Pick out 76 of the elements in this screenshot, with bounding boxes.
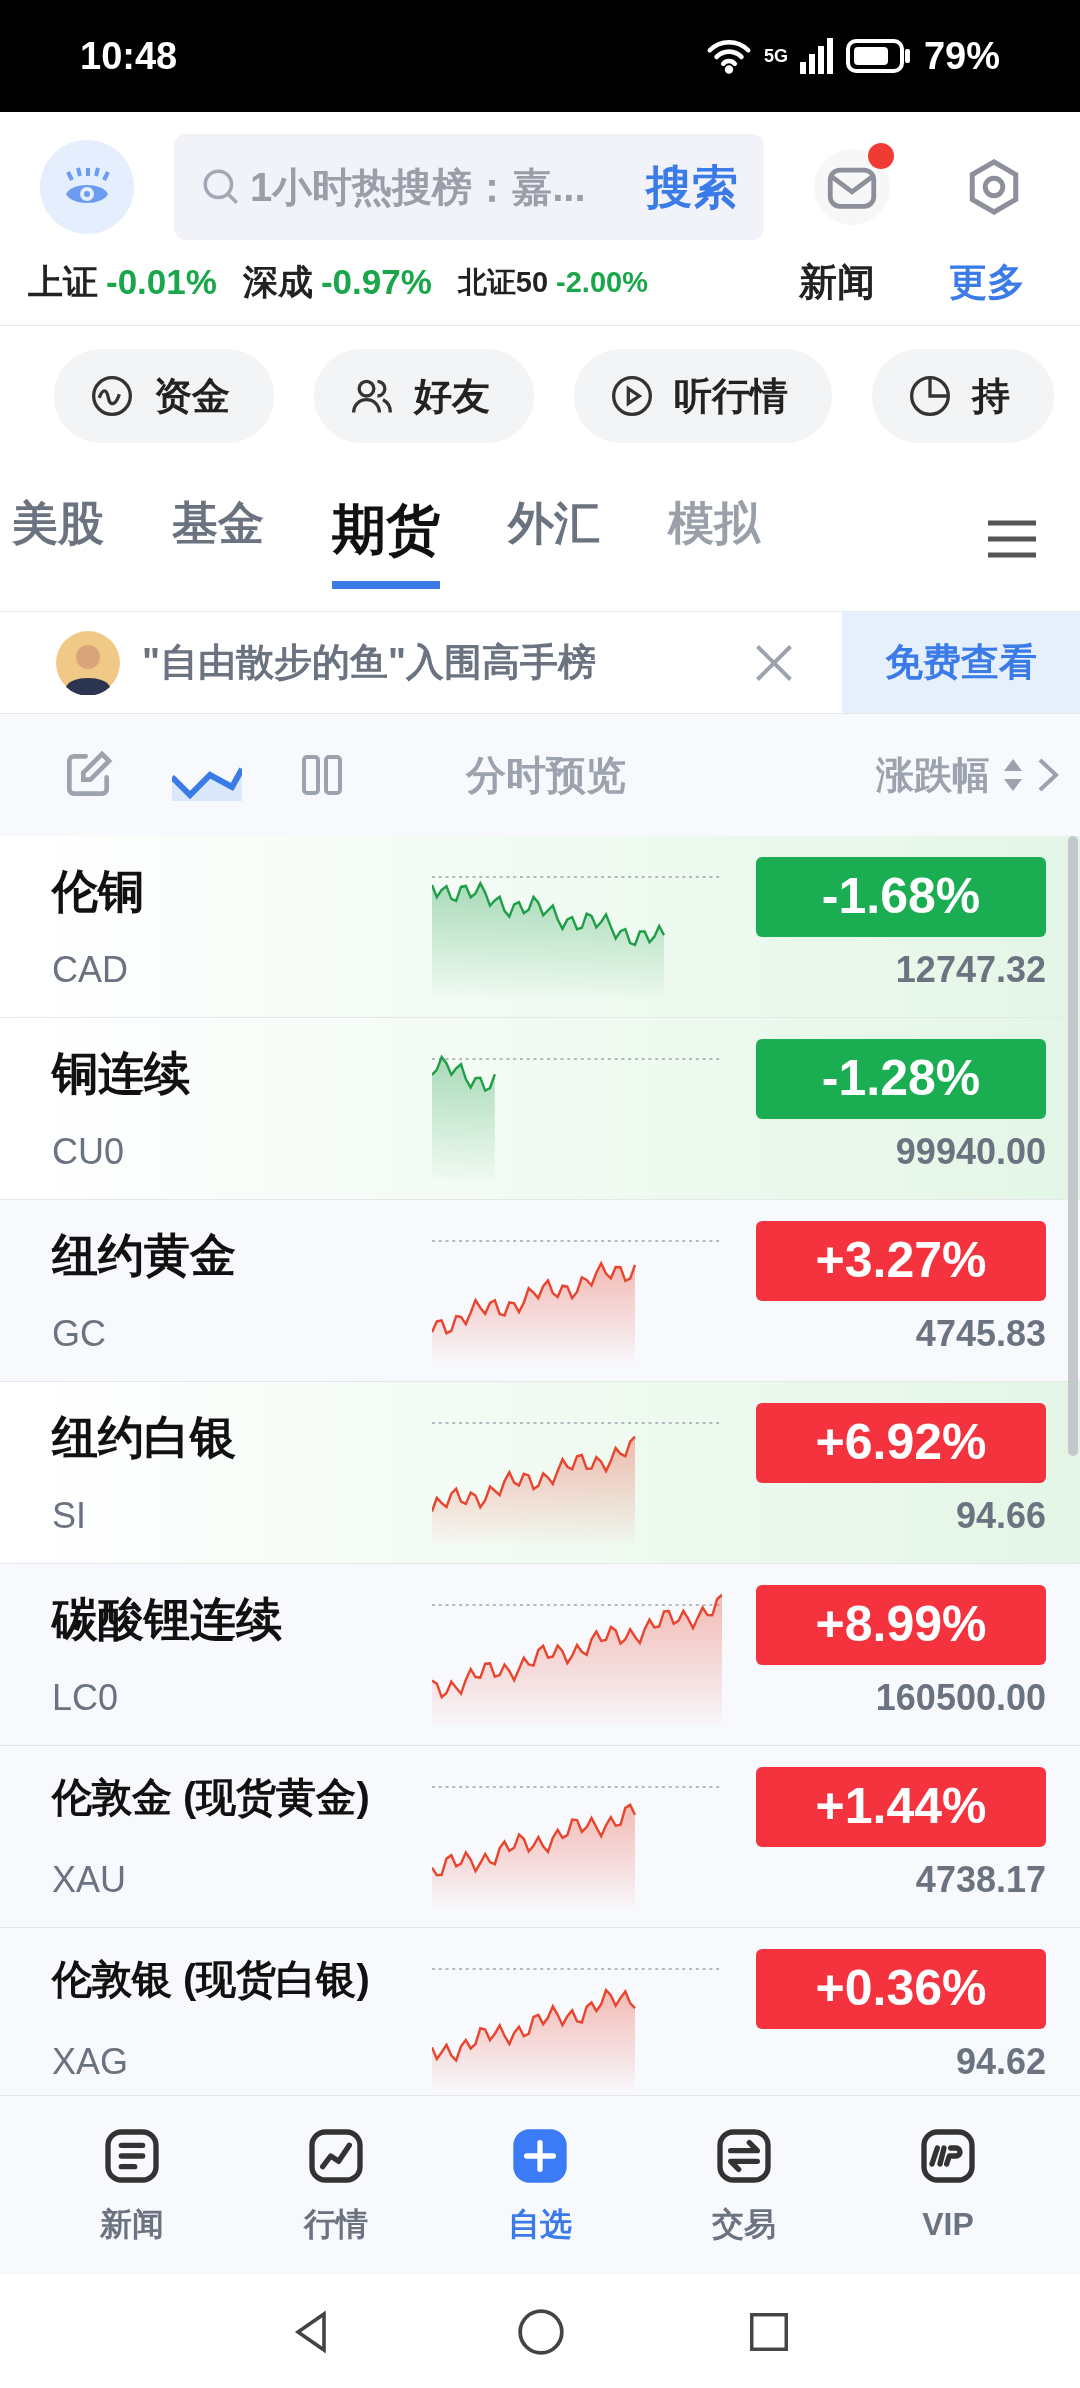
futures-row[interactable]: 铜连续 CU0 -1.28% 99940.00 [0,1018,1080,1200]
bottom-nav-item[interactable]: 自选 [460,2123,620,2248]
contract-name: 伦敦银 (现货白银) [52,1955,371,2003]
change-badge: +0.36% [756,1948,1046,2029]
free-view-button[interactable]: 免费查看 [842,612,1080,713]
contract-code: SI [52,1493,87,1538]
price: 94.66 [955,1493,1046,1538]
shortcut-chip[interactable]: 听行情 [574,349,832,443]
contract-name: 碳酸锂连续 [52,1591,283,1647]
index-name: 上证 [28,261,98,304]
home-icon[interactable] [516,2306,566,2357]
signal-icon [799,38,834,74]
battery-icon [845,39,912,73]
price: 12747.32 [895,947,1046,992]
market-tab[interactable]: 模拟 [668,488,760,589]
index-name: 深成 [242,261,313,304]
change-badge: +3.27% [756,1220,1046,1301]
futures-row[interactable]: 伦铜 CAD -1.68% 12747.32 [0,836,1080,1018]
price: 94.62 [955,2039,1046,2084]
futures-row[interactable]: 纽约白银 SI +6.92% 94.66 [0,1382,1080,1564]
futures-row[interactable]: 伦敦金 (现货黄金) XAU +1.44% 4738.17 [0,1746,1080,1928]
change-badge: +8.99% [756,1584,1046,1665]
price: 99940.00 [895,1129,1046,1174]
futures-row[interactable]: 纽约黄金 GC +3.27% 4745.83 [0,1200,1080,1382]
toolbar-mode-label: 分时预览 [466,752,627,799]
market-tab[interactable]: 美股 [12,488,104,589]
contract-code: CAD [52,947,129,992]
price: 160500.00 [875,1675,1046,1720]
contract-code: CU0 [52,1129,126,1174]
contract-code: XAG [52,2039,130,2084]
contract-code: XAU [52,1857,128,1902]
change-badge: -1.28% [756,1038,1046,1119]
market-tab[interactable]: 期货 [332,488,440,589]
price: 4738.17 [915,1857,1046,1902]
network-label: 5G [763,44,788,68]
shortcut-chip[interactable]: 资金 [54,349,274,443]
contract-code: LC0 [52,1675,120,1720]
pie-chart-icon [908,374,952,418]
bottom-nav-item[interactable]: 新闻 [52,2123,212,2248]
wave-icon [90,374,134,418]
search-placeholder: 1小时热搜榜：嘉... [250,164,587,211]
more-link[interactable]: 更多 [922,254,1052,311]
change-badge: -1.68% [756,856,1046,937]
contract-name: 铜连续 [52,1045,191,1101]
search-field[interactable]: 1小时热搜榜：嘉... 搜索 [174,134,764,240]
shortcut-chip[interactable]: 持 [872,349,1054,443]
banner-text: "自由散步的鱼"入围高手榜 [142,640,597,685]
market-tab[interactable]: 外汇 [508,488,600,589]
index-name: 北证50 [457,264,549,300]
wifi-icon [705,38,752,74]
contract-code: GC [52,1311,107,1356]
index-change: -0.01% [106,261,217,304]
market-tab[interactable]: 基金 [172,488,264,589]
news-link[interactable]: 新闻 [772,254,902,311]
change-badge: +6.92% [756,1402,1046,1483]
shortcut-chip[interactable]: 好友 [314,349,534,443]
bottom-nav-item[interactable]: 行情 [256,2123,416,2248]
contract-name: 纽约黄金 [52,1227,237,1283]
contract-name: 伦铜 [52,863,145,919]
contract-name: 伦敦金 (现货黄金) [52,1773,371,1821]
bottom-nav-item[interactable]: 交易 [664,2123,824,2248]
change-badge: +1.44% [756,1766,1046,1847]
battery-level: 79% [923,33,1000,79]
chevron-right-icon [1036,756,1060,794]
futures-row[interactable]: 碳酸锂连续 LC0 +8.99% 160500.00 [0,1564,1080,1746]
bottom-nav-item[interactable]: VIP [868,2123,1028,2248]
avatar [56,630,120,695]
status-time: 10:48 [80,33,178,79]
search-button[interactable]: 搜索 [646,152,738,222]
futures-row[interactable]: 伦敦银 (现货白银) XAG +0.36% 94.62 [0,1928,1080,2095]
sort-icon [1002,757,1024,793]
price: 4745.83 [915,1311,1046,1356]
contract-name: 纽约白银 [52,1409,237,1465]
play-icon [610,374,654,418]
index-change: -2.00% [556,264,648,300]
index-change: -0.97% [320,261,432,304]
